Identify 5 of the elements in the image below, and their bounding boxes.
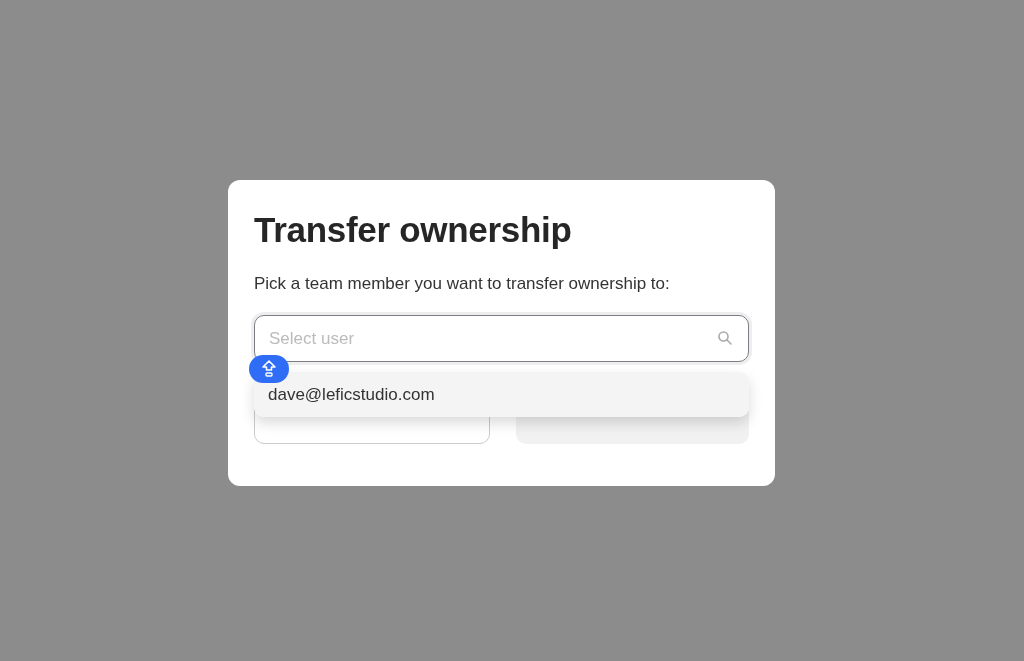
user-select-field[interactable]: Select user [254, 315, 749, 362]
dialog-title: Transfer ownership [254, 210, 573, 250]
search-icon [717, 330, 733, 346]
dialog-message: Pick a team member you want to transfer ownership to: [254, 274, 671, 294]
user-option[interactable]: dave@leficstudio.com [254, 372, 749, 417]
